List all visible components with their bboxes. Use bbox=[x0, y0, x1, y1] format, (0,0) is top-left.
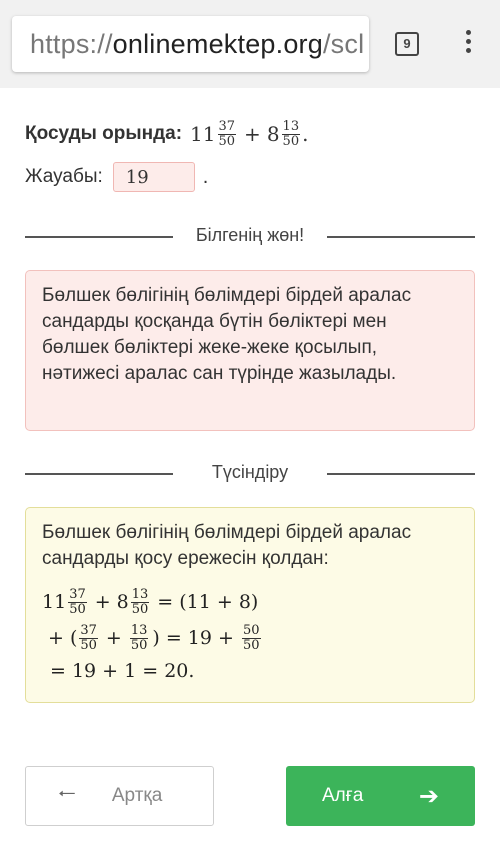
info-text: Бөлшек бөлігінің бөлімдері бірдей аралас… bbox=[42, 285, 412, 384]
info-card: Бөлшек бөлігінің бөлімдері бірдей аралас… bbox=[25, 270, 475, 431]
explanation-card: Бөлшек бөлігінің бөлімдері бірдей аралас… bbox=[25, 507, 475, 703]
next-button-label: Алға bbox=[322, 785, 364, 806]
solution-line: 11 37 50 + 8 13 50 = (11 + 8) bbox=[42, 586, 259, 617]
back-button[interactable]: 🠀 Артқа bbox=[25, 766, 214, 826]
url-host: onlinemektep.org bbox=[112, 29, 323, 59]
task-statement: Қосуды орында: 11 37 50 + 8 13 50 . bbox=[25, 116, 308, 152]
tab-switcher-button[interactable]: 9 bbox=[395, 32, 419, 56]
whole-part: 8 bbox=[266, 122, 280, 146]
period: . bbox=[202, 165, 209, 188]
solution-line: + ( 37 50 + 13 50 ) = 19 + 50 50 bbox=[48, 622, 261, 653]
browser-toolbar: https://onlinemektep.org/scl 9 bbox=[0, 0, 500, 88]
task-label: Қосуды орында: bbox=[25, 123, 183, 144]
period: . bbox=[302, 122, 309, 146]
answer-row: Жауабы: 19 . bbox=[25, 160, 208, 194]
explanation-divider: Түсіндіру bbox=[25, 462, 475, 486]
url-scheme: https:// bbox=[30, 29, 113, 59]
explanation-heading: Түсіндіру bbox=[211, 462, 289, 482]
fraction: 37 50 bbox=[217, 118, 237, 149]
whole-part: 11 bbox=[190, 122, 216, 146]
url-text[interactable]: https://onlinemektep.org/scl bbox=[30, 29, 364, 60]
answer-input[interactable]: 19 bbox=[112, 162, 195, 192]
arrow-left-icon: 🠀 bbox=[58, 781, 76, 806]
arrow-right-icon: ➔ bbox=[418, 782, 439, 810]
info-heading: Білгенің жөн! bbox=[195, 225, 305, 245]
url-path: /scl bbox=[322, 29, 365, 59]
address-bar[interactable]: https://onlinemektep.org/scl bbox=[12, 16, 369, 72]
info-divider: Білгенің жөн! bbox=[25, 225, 475, 249]
plus-sign: + bbox=[244, 122, 261, 146]
task-expression: 11 37 50 + 8 13 50 . bbox=[190, 118, 309, 149]
solution-line: = 19 + 1 = 20. bbox=[50, 660, 195, 682]
more-menu-icon[interactable] bbox=[459, 30, 477, 58]
solution-steps: 11 37 50 + 8 13 50 = (11 + 8) + ( 37 50 + 1… bbox=[42, 584, 458, 686]
next-button[interactable]: Алға ➔ bbox=[286, 766, 475, 826]
fraction: 13 50 bbox=[281, 118, 301, 149]
back-button-label: Артқа bbox=[111, 785, 163, 806]
explanation-text: Бөлшек бөлігінің бөлімдері бірдей аралас… bbox=[42, 522, 412, 569]
answer-label: Жауабы: bbox=[25, 166, 103, 187]
